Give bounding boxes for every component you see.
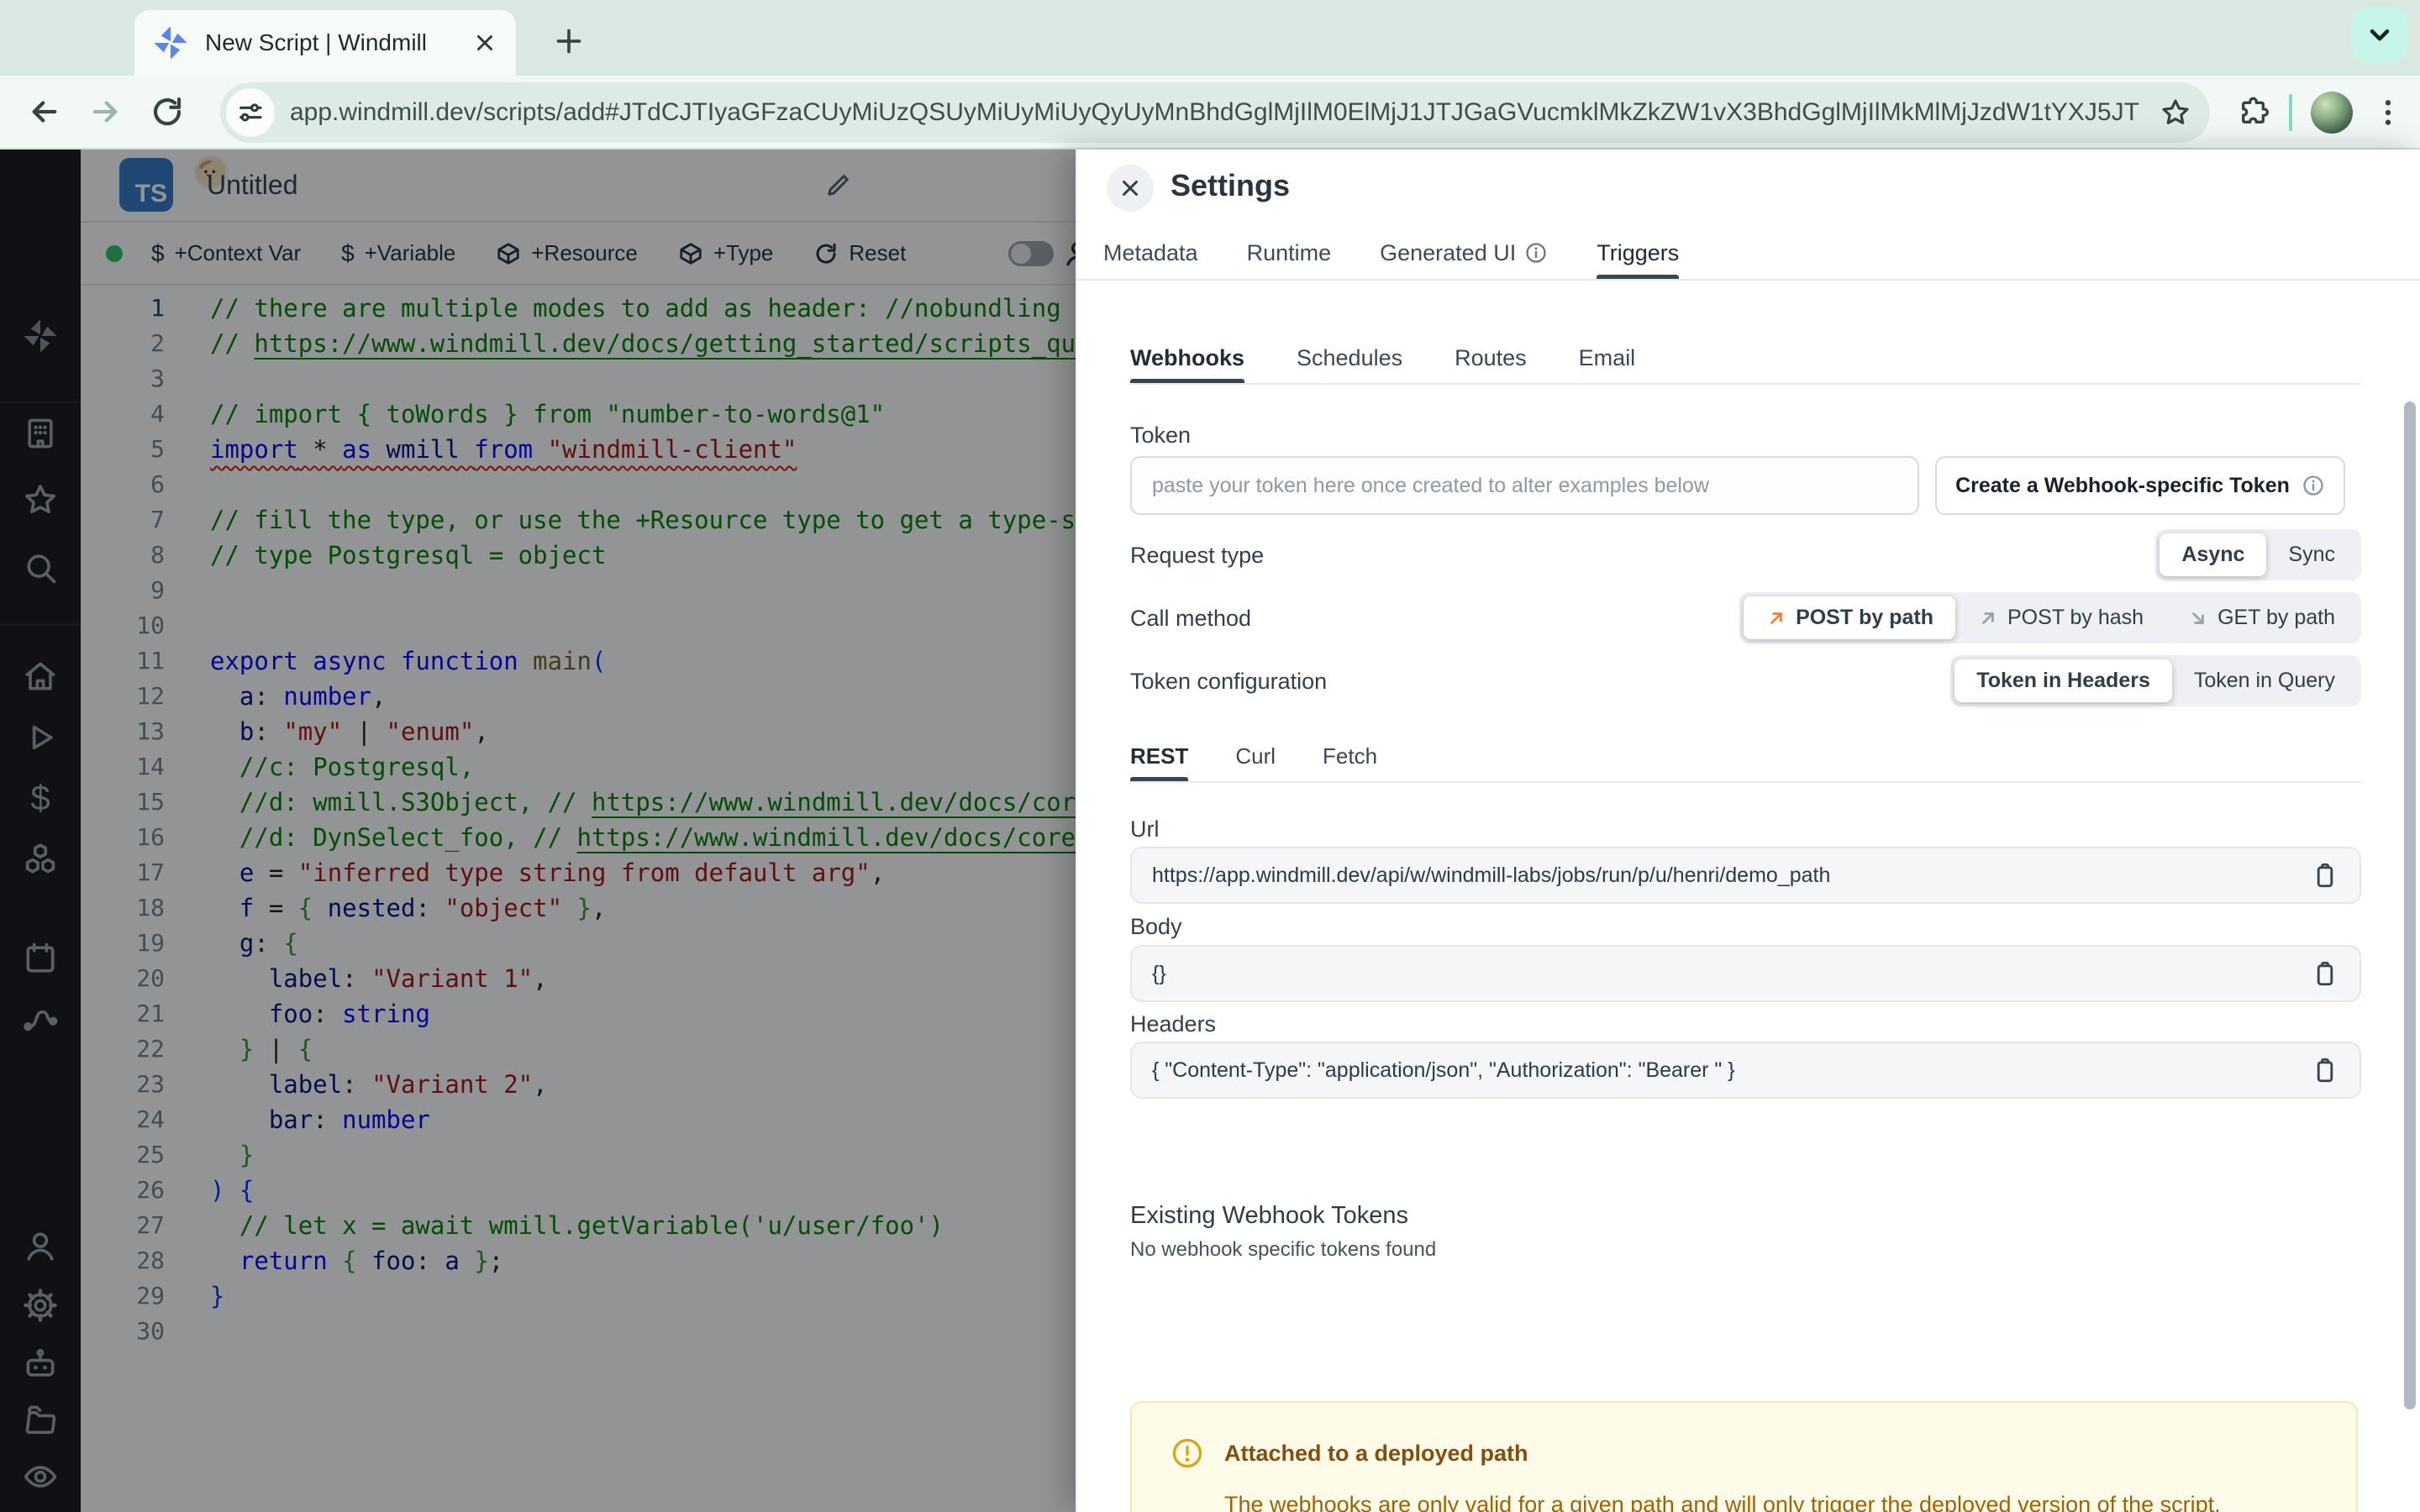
- browser-window: New Script | Windmill app.windmill.dev/s…: [0, 0, 2420, 1512]
- trigger-tab-schedules[interactable]: Schedules: [1297, 333, 1402, 383]
- token-input[interactable]: [1130, 456, 1919, 515]
- settings-tabs: Metadata Runtime Generated UI Triggers: [1076, 227, 2420, 281]
- copy-to-clipboard-icon[interactable]: [2311, 959, 2339, 988]
- headers-label: Headers: [1130, 1011, 1217, 1037]
- url-field[interactable]: https://app.windmill.dev/api/w/windmill-…: [1130, 847, 2361, 904]
- trigger-tab-email[interactable]: Email: [1579, 333, 1636, 383]
- segment-option-async[interactable]: Async: [2160, 533, 2267, 576]
- reload-icon[interactable]: [150, 94, 185, 129]
- toolbar-separator: [2289, 94, 2292, 131]
- bookmark-star-icon[interactable]: [2160, 97, 2191, 129]
- segment-option-post-by-path[interactable]: POST by path: [1744, 596, 1955, 639]
- example-tabs: REST Curl Fetch: [1130, 731, 2361, 783]
- create-webhook-token-button[interactable]: Create a Webhook-specific Token: [1935, 456, 2345, 515]
- new-tab-button[interactable]: [546, 18, 592, 64]
- request-type-label: Request type: [1130, 543, 1265, 568]
- profile-avatar[interactable]: [2311, 92, 2353, 134]
- arrow-up-right-icon: [1765, 607, 1787, 629]
- triggers-panel: Webhooks Schedules Routes Email Token Creat…: [1076, 282, 2420, 1512]
- warning-icon: [1171, 1436, 1204, 1470]
- body-label: Body: [1130, 914, 1182, 939]
- browser-tab[interactable]: New Script | Windmill: [134, 10, 516, 76]
- example-tab-curl[interactable]: Curl: [1235, 731, 1276, 781]
- address-bar[interactable]: app.windmill.dev/scripts/add#JTdCJTIyaGF…: [220, 82, 2210, 143]
- trigger-tab-webhooks[interactable]: Webhooks: [1130, 333, 1245, 383]
- segment-option-token-in-query[interactable]: Token in Query: [2172, 659, 2357, 702]
- info-icon: [2302, 474, 2325, 497]
- example-tab-fetch[interactable]: Fetch: [1323, 731, 1377, 781]
- tab-triggers[interactable]: Triggers: [1597, 227, 1680, 279]
- tab-close-icon[interactable]: [469, 27, 501, 59]
- info-icon: [1524, 241, 1548, 265]
- deployed-path-warning: Attached to a deployed path The webhooks…: [1130, 1401, 2358, 1512]
- tab-metadata[interactable]: Metadata: [1103, 227, 1198, 279]
- tab-title: New Script | Windmill: [205, 29, 427, 55]
- windmill-favicon: [150, 22, 192, 64]
- url-value: https://app.windmill.dev/api/w/windmill-…: [1152, 863, 1831, 887]
- drawer-backdrop[interactable]: [0, 150, 1076, 1512]
- body-field[interactable]: {}: [1130, 945, 2361, 1002]
- trigger-tab-routes[interactable]: Routes: [1455, 333, 1527, 383]
- close-settings-button[interactable]: [1107, 165, 1154, 212]
- browser-menu-icon[interactable]: [2371, 96, 2405, 129]
- tab-generated-ui[interactable]: Generated UI: [1380, 227, 1548, 279]
- back-icon[interactable]: [27, 94, 62, 129]
- segment-option-sync[interactable]: Sync: [2266, 533, 2357, 576]
- copy-to-clipboard-icon[interactable]: [2311, 1056, 2339, 1084]
- segment-option-token-in-headers[interactable]: Token in Headers: [1954, 659, 2172, 702]
- example-tab-rest[interactable]: REST: [1130, 731, 1189, 781]
- call-method-label: Call method: [1130, 606, 1252, 631]
- window-chevron-button[interactable]: [2351, 7, 2408, 62]
- settings-title: Settings: [1171, 168, 1291, 202]
- tab-runtime[interactable]: Runtime: [1247, 227, 1332, 279]
- warning-body: The webhooks are only valid for a given …: [1224, 1492, 2221, 1512]
- call-method-segment: POST by path POST by hash GET by path: [1739, 592, 2361, 643]
- arrow-up-right-icon: [1977, 607, 1999, 629]
- url-text: app.windmill.dev/scripts/add#JTdCJTIyaGF…: [290, 98, 2141, 126]
- url-label: Url: [1130, 816, 1160, 842]
- headers-field[interactable]: { "Content-Type": "application/json", "A…: [1130, 1042, 2361, 1099]
- body-value: {}: [1152, 961, 1166, 985]
- trigger-tabs: Webhooks Schedules Routes Email: [1130, 333, 2361, 385]
- settings-drawer: Settings Metadata Runtime Generated UI Trig…: [1076, 150, 2420, 1512]
- forward-icon[interactable]: [87, 94, 123, 129]
- segment-option-post-by-hash[interactable]: POST by hash: [1955, 596, 2165, 639]
- existing-tokens-empty: No webhook specific tokens found: [1130, 1238, 1437, 1261]
- extensions-icon[interactable]: [2237, 96, 2270, 129]
- token-label: Token: [1130, 423, 1192, 448]
- headers-value: { "Content-Type": "application/json", "A…: [1152, 1058, 1735, 1082]
- browser-tabstrip: New Script | Windmill: [0, 0, 2420, 76]
- copy-to-clipboard-icon[interactable]: [2311, 861, 2339, 890]
- token-configuration-label: Token configuration: [1130, 669, 1328, 694]
- arrow-down-right-icon: [2187, 607, 2209, 629]
- segment-option-get-by-path[interactable]: GET by path: [2165, 596, 2357, 639]
- warning-title: Attached to a deployed path: [1224, 1440, 1528, 1466]
- windmill-app: $ TS Untitled $ +Context Var $ +Variable +Re…: [0, 150, 2420, 1512]
- site-settings-icon[interactable]: [226, 88, 275, 137]
- existing-tokens-title: Existing Webhook Tokens: [1130, 1202, 1409, 1229]
- request-type-segment: Async Sync: [2155, 529, 2361, 580]
- token-config-segment: Token in Headers Token in Query: [1950, 655, 2361, 706]
- drawer-scrollbar[interactable]: [2404, 402, 2416, 1410]
- browser-toolbar: app.windmill.dev/scripts/add#JTdCJTIyaGF…: [0, 76, 2420, 150]
